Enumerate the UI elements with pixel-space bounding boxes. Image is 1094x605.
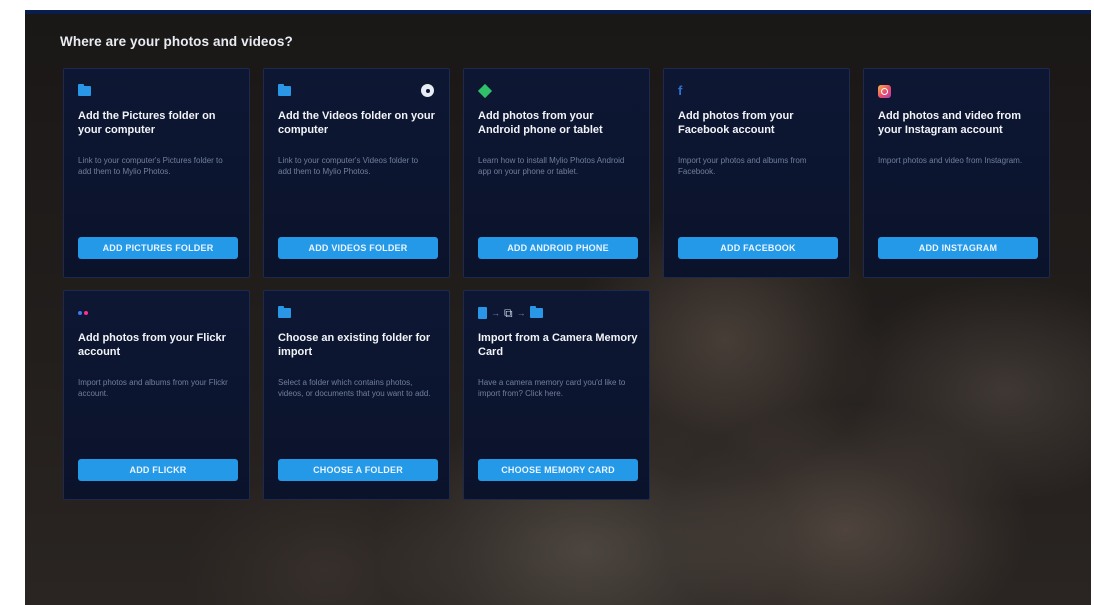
card-description: Import photos and video from Instagram. (878, 156, 1023, 165)
card-pictures-folder: Add the Pictures folder on your computer… (63, 68, 250, 278)
arrow-right-icon: → (491, 308, 500, 318)
folder-icon (278, 306, 291, 318)
android-icon (477, 83, 493, 99)
memory-card-icon: → ⧉ → (478, 306, 543, 320)
arrow-right-icon: → (516, 308, 526, 318)
card-existing-folder: Choose an existing folder for import Sel… (263, 290, 450, 500)
app-window: Where are your photos and videos? Add th… (25, 10, 1091, 605)
card-videos-folder: Add the Videos folder on your computer L… (263, 68, 450, 278)
card-memory-card: → ⧉ → Import from a Camera Memory Card H… (463, 290, 650, 500)
card-description: Link to your computer's Pictures folder … (78, 156, 223, 176)
sd-card-icon (478, 307, 487, 319)
flickr-icon (78, 311, 88, 315)
card-description: Select a folder which contains photos, v… (278, 378, 431, 398)
copy-icon: ⧉ (504, 306, 513, 320)
instagram-icon (878, 84, 891, 98)
card-description: Link to your computer's Videos folder to… (278, 156, 419, 176)
card-description: Learn how to install Mylio Photos Androi… (478, 156, 625, 176)
card-flickr: Add photos from your Flickr account Impo… (63, 290, 250, 500)
facebook-icon: f (678, 83, 683, 98)
card-title: Add photos from your Flickr account (78, 332, 226, 358)
card-facebook: f Add photos from your Facebook account … (663, 68, 850, 278)
page-title: Where are your photos and videos? (60, 34, 293, 49)
folder-icon (529, 306, 543, 318)
add-facebook-button[interactable]: ADD FACEBOOK (678, 237, 838, 259)
card-title: Add the Videos folder on your computer (278, 110, 435, 136)
info-badge-icon[interactable] (421, 84, 434, 97)
add-videos-folder-button[interactable]: ADD VIDEOS FOLDER (278, 237, 438, 259)
top-accent-line (25, 10, 1091, 14)
card-title: Add photos and video from your Instagram… (878, 110, 1021, 136)
add-android-phone-button[interactable]: ADD ANDROID PHONE (478, 237, 638, 259)
card-title: Add photos from your Android phone or ta… (478, 110, 603, 136)
choose-memory-card-button[interactable]: CHOOSE MEMORY CARD (478, 459, 638, 481)
card-title: Import from a Camera Memory Card (478, 332, 638, 358)
card-android-phone: Add photos from your Android phone or ta… (463, 68, 650, 278)
card-description: Import photos and albums from your Flick… (78, 378, 228, 398)
card-title: Add photos from your Facebook account (678, 110, 794, 136)
folder-icon (78, 84, 91, 96)
add-instagram-button[interactable]: ADD INSTAGRAM (878, 237, 1038, 259)
card-description: Import your photos and albums from Faceb… (678, 156, 807, 176)
card-instagram: Add photos and video from your Instagram… (863, 68, 1050, 278)
add-pictures-folder-button[interactable]: ADD PICTURES FOLDER (78, 237, 238, 259)
add-flickr-button[interactable]: ADD FLICKR (78, 459, 238, 481)
card-title: Choose an existing folder for import (278, 332, 431, 358)
card-title: Add the Pictures folder on your computer (78, 110, 216, 136)
folder-icon (278, 84, 291, 96)
card-description: Have a camera memory card you'd like to … (478, 378, 626, 398)
choose-folder-button[interactable]: CHOOSE A FOLDER (278, 459, 438, 481)
